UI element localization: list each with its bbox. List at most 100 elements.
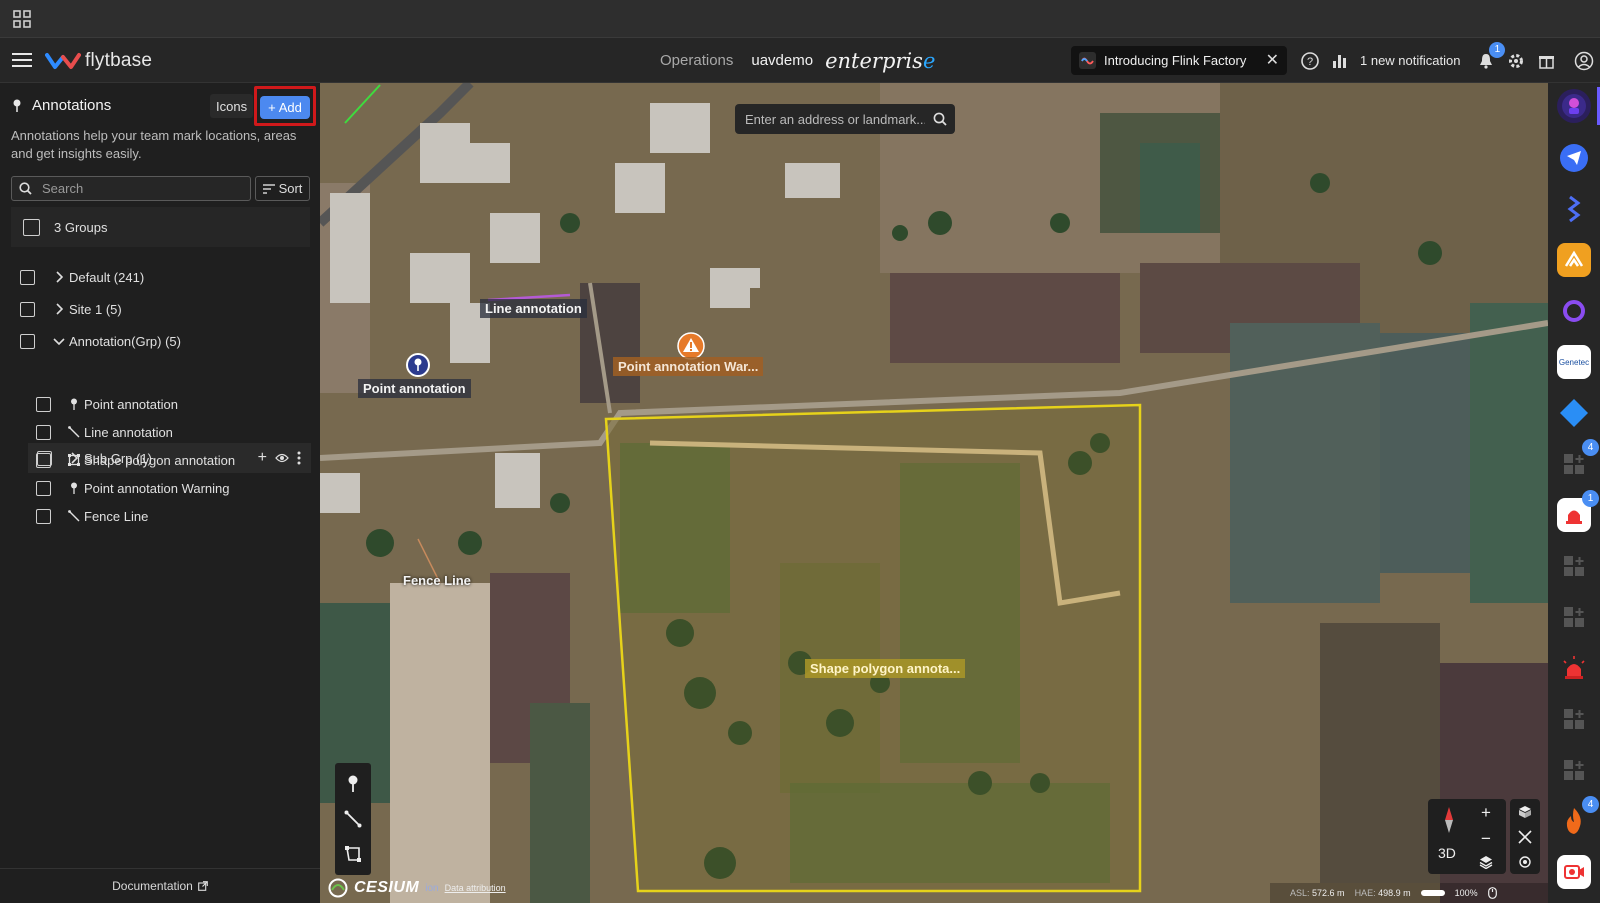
app-badge: 4 <box>1582 439 1599 456</box>
group-site-1[interactable]: Site 1 (5) <box>20 298 122 320</box>
nav-operations[interactable]: Operations <box>660 52 733 69</box>
placeholder-app-icon[interactable] <box>1557 753 1591 787</box>
placeholder-app-icon[interactable] <box>1557 600 1591 634</box>
app-badge: 1 <box>1582 490 1599 507</box>
add-button[interactable]: + Add <box>260 96 310 119</box>
eye-icon[interactable] <box>275 453 289 463</box>
ring-app-icon[interactable] <box>1557 294 1591 328</box>
cesium-ion: ion <box>425 882 439 894</box>
app-header: flytbase Operations uavdemo enterprise I… <box>0 38 1600 83</box>
draw-line-icon[interactable] <box>344 810 362 828</box>
hae-label: HAE: <box>1354 888 1376 898</box>
search-icon[interactable] <box>933 112 947 126</box>
map-label-line[interactable]: Line annotation <box>480 299 587 318</box>
icons-button[interactable]: Icons <box>210 94 254 118</box>
bar-chart-icon[interactable] <box>1330 51 1350 71</box>
item-checkbox[interactable] <box>36 396 51 412</box>
map-view[interactable]: Line annotation Point annotation Point a… <box>320 83 1548 903</box>
group-annotation-grp[interactable]: Annotation(Grp) (5) <box>20 330 181 352</box>
locate-icon[interactable] <box>1518 855 1532 869</box>
chevron-down-icon[interactable] <box>53 335 65 347</box>
group-default[interactable]: Default (241) <box>20 266 144 288</box>
add-icon[interactable]: + <box>258 450 267 466</box>
notification-text[interactable]: 1 new notification <box>1360 53 1460 68</box>
orange-app-icon[interactable] <box>1557 243 1591 277</box>
panel-title: Annotations <box>12 97 111 114</box>
item-checkbox[interactable] <box>36 480 51 496</box>
search-input[interactable] <box>42 181 232 196</box>
fullscreen-icon[interactable] <box>1518 829 1532 844</box>
draw-polygon-icon[interactable] <box>344 845 362 863</box>
point-annotation-marker[interactable] <box>406 353 430 377</box>
compass-icon[interactable] <box>1438 807 1460 833</box>
annotation-item[interactable]: Shape polygon annotation <box>36 449 235 471</box>
diamond-app-icon[interactable] <box>1557 396 1591 430</box>
sort-button[interactable]: Sort <box>255 176 310 201</box>
item-label: Shape polygon annotation <box>84 452 236 468</box>
genetec-app-icon[interactable]: Genetec <box>1557 345 1591 379</box>
placeholder-app-icon[interactable] <box>1557 549 1591 583</box>
address-search-input[interactable] <box>745 111 925 127</box>
group-label: Site 1 (5) <box>69 301 122 317</box>
satellite-imagery[interactable] <box>320 83 1548 903</box>
zoom-in-icon[interactable]: + <box>1481 803 1491 823</box>
item-checkbox[interactable] <box>36 452 51 468</box>
search-box[interactable] <box>11 176 251 201</box>
group-checkbox[interactable] <box>20 301 35 317</box>
cesium-logo-icon <box>328 878 348 898</box>
group-checkbox[interactable] <box>20 333 35 349</box>
app-avatar-icon[interactable] <box>1557 89 1591 123</box>
bell-icon[interactable]: 1 <box>1476 41 1506 71</box>
fire-app-icon[interactable]: 4 <box>1557 796 1599 838</box>
group-checkbox[interactable] <box>20 269 35 285</box>
app-grid-icon[interactable] <box>13 10 31 28</box>
draw-point-icon[interactable] <box>347 775 359 793</box>
cube-icon[interactable] <box>1518 805 1532 819</box>
3d-mode-toggle[interactable]: 3D <box>1438 845 1456 861</box>
select-all-checkbox[interactable] <box>23 218 40 236</box>
user-account-icon[interactable] <box>1574 51 1594 71</box>
help-icon[interactable]: ? <box>1300 51 1320 71</box>
annotation-item[interactable]: Point annotation <box>36 393 178 415</box>
flink-banner[interactable]: Introducing Flink Factory ✕ <box>1071 46 1287 75</box>
pin-icon <box>67 481 81 495</box>
item-checkbox[interactable] <box>36 508 51 524</box>
map-label-polygon[interactable]: Shape polygon annota... <box>805 659 966 678</box>
integration-app-icon[interactable] <box>1557 192 1591 226</box>
map-label-point[interactable]: Point annotation <box>358 379 471 398</box>
warning-annotation-marker[interactable] <box>677 332 705 360</box>
more-vertical-icon[interactable] <box>297 451 301 465</box>
brand-logo[interactable]: flytbase <box>45 49 152 73</box>
chevron-right-icon[interactable] <box>53 271 65 283</box>
zoom-bar[interactable] <box>1420 890 1445 896</box>
siren-app-icon[interactable] <box>1557 651 1591 685</box>
org-name[interactable]: uavdemo <box>751 52 813 69</box>
data-attribution-link[interactable]: Data attribution <box>445 883 506 893</box>
gift-icon[interactable] <box>1536 51 1556 71</box>
annotation-item[interactable]: Point annotation Warning <box>36 477 230 499</box>
map-label-fence[interactable]: Fence Line <box>398 571 476 590</box>
polygon-icon <box>67 453 81 467</box>
close-icon[interactable]: ✕ <box>1266 52 1279 69</box>
alarm-app-icon[interactable]: 1 <box>1557 490 1599 532</box>
placeholder-app-icon[interactable]: 4 <box>1557 439 1599 481</box>
documentation-link[interactable]: Documentation <box>0 868 320 903</box>
telegram-app-icon[interactable] <box>1557 141 1591 175</box>
camera-app-icon[interactable] <box>1557 855 1591 889</box>
zoom-out-icon[interactable]: − <box>1481 829 1491 849</box>
gear-icon[interactable] <box>1506 51 1526 71</box>
item-label: Line annotation <box>84 424 173 440</box>
menu-icon[interactable] <box>12 52 32 68</box>
cesium-credit: CESIUM ion Data attribution <box>328 878 506 898</box>
placeholder-app-icon[interactable] <box>1557 702 1591 736</box>
asl-label: ASL: <box>1290 888 1310 898</box>
layers-icon[interactable] <box>1479 855 1493 869</box>
address-search[interactable] <box>735 104 955 134</box>
annotation-item[interactable]: Line annotation <box>36 421 173 443</box>
chevron-right-icon[interactable] <box>53 303 65 315</box>
map-label-warning[interactable]: Point annotation War... <box>613 357 764 376</box>
search-icon <box>19 182 32 195</box>
annotation-item[interactable]: Fence Line <box>36 505 148 527</box>
asl-readout: ASL: 572.6 m <box>1290 888 1345 898</box>
item-checkbox[interactable] <box>36 424 51 440</box>
